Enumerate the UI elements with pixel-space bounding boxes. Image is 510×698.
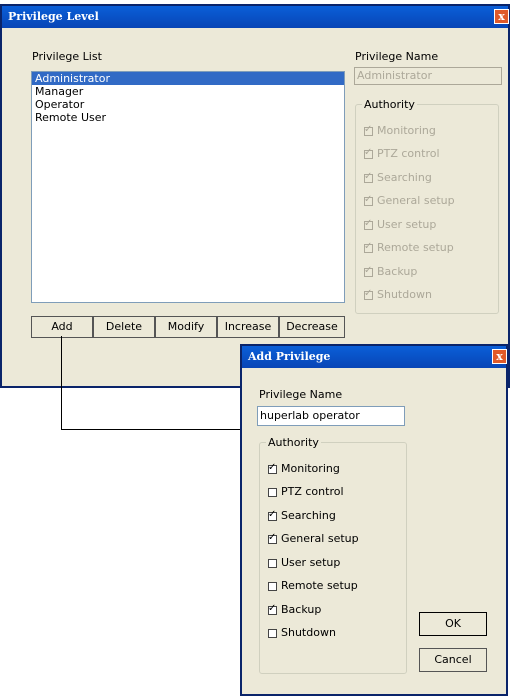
checkbox-monitoring[interactable]: ✓ Monitoring xyxy=(268,462,340,475)
checkbox-label: Shutdown xyxy=(281,626,336,639)
ok-button[interactable]: OK xyxy=(419,612,487,636)
privilege-name-field[interactable]: Administrator xyxy=(354,67,502,85)
checkbox-label: Searching xyxy=(281,509,336,522)
checkbox-remote-setup[interactable]: ✓ Remote setup xyxy=(364,241,454,254)
list-item[interactable]: Manager xyxy=(32,85,344,98)
close-icon[interactable]: x xyxy=(494,9,509,24)
checkbox-icon: ✓ xyxy=(364,146,373,159)
connector-line xyxy=(61,429,242,430)
checkbox-label: General setup xyxy=(281,532,359,545)
authority-group: Authority ✓ Monitoring ✓ PTZ control ✓ Sear… xyxy=(355,98,499,314)
checkbox-label: Monitoring xyxy=(281,462,340,475)
list-item[interactable]: Administrator xyxy=(32,72,344,85)
checkbox-icon: ✓ xyxy=(364,170,373,183)
checkbox-user-setup[interactable]: ✓ User setup xyxy=(364,218,436,231)
checkbox-icon: ✓ xyxy=(364,287,373,300)
checkbox-icon: ✓ xyxy=(268,461,277,474)
checkbox-icon xyxy=(268,558,277,568)
modify-button[interactable]: Modify xyxy=(155,316,217,338)
checkbox-label: Backup xyxy=(377,265,418,278)
cancel-button[interactable]: Cancel xyxy=(419,648,487,672)
dialog-title: Add Privilege xyxy=(248,350,331,363)
checkbox-shutdown[interactable]: ✓ Shutdown xyxy=(364,288,432,301)
authority-label: Authority xyxy=(362,98,417,111)
checkbox-user-setup[interactable]: User setup xyxy=(268,556,340,569)
checkbox-icon: ✓ xyxy=(364,193,373,206)
checkbox-backup[interactable]: ✓ Backup xyxy=(268,603,321,616)
checkbox-label: PTZ control xyxy=(281,485,344,498)
privilege-name-label: Privilege Name xyxy=(259,388,343,401)
checkbox-monitoring[interactable]: ✓ Monitoring xyxy=(364,124,436,137)
checkbox-searching[interactable]: ✓ Searching xyxy=(268,509,336,522)
checkbox-label: Remote setup xyxy=(281,579,358,592)
checkbox-label: PTZ control xyxy=(377,147,440,160)
checkbox-icon: ✓ xyxy=(364,264,373,277)
checkbox-icon: ✓ xyxy=(364,123,373,136)
privilege-name-label: Privilege Name xyxy=(355,50,439,63)
checkbox-label: Monitoring xyxy=(377,124,436,137)
close-icon[interactable]: x xyxy=(492,349,507,364)
checkbox-label: Remote setup xyxy=(377,241,454,254)
checkbox-icon: ✓ xyxy=(364,217,373,230)
checkbox-icon xyxy=(268,487,277,497)
checkbox-backup[interactable]: ✓ Backup xyxy=(364,265,417,278)
privilege-level-window: Privilege Level x Privilege List Adminis… xyxy=(0,4,510,388)
checkbox-icon xyxy=(268,581,277,591)
add-privilege-dialog: Add Privilege x Privilege Name huperlab … xyxy=(240,344,508,696)
delete-button[interactable]: Delete xyxy=(93,316,155,338)
checkbox-general-setup[interactable]: ✓ General setup xyxy=(364,194,455,207)
add-button[interactable]: Add xyxy=(31,316,93,338)
checkbox-general-setup[interactable]: ✓ General setup xyxy=(268,532,359,545)
checkbox-shutdown[interactable]: Shutdown xyxy=(268,626,336,639)
checkbox-label: General setup xyxy=(377,194,455,207)
authority-label: Authority xyxy=(266,436,321,449)
authority-group: Authority ✓ Monitoring PTZ control ✓ Searc… xyxy=(259,436,407,674)
increase-button[interactable]: Increase xyxy=(217,316,279,338)
checkbox-icon: ✓ xyxy=(364,240,373,253)
window-titlebar: Privilege Level x xyxy=(2,6,509,28)
checkbox-icon: ✓ xyxy=(268,531,277,544)
decrease-button[interactable]: Decrease xyxy=(279,316,345,338)
list-item[interactable]: Remote User xyxy=(32,111,344,124)
checkbox-icon: ✓ xyxy=(268,602,277,615)
checkbox-label: User setup xyxy=(377,218,437,231)
checkbox-searching[interactable]: ✓ Searching xyxy=(364,171,432,184)
privilege-list[interactable]: Administrator Manager Operator Remote Us… xyxy=(31,71,345,303)
checkbox-label: Backup xyxy=(281,603,322,616)
connector-line xyxy=(61,336,62,430)
window-title: Privilege Level xyxy=(8,10,99,23)
checkbox-label: User setup xyxy=(281,556,341,569)
checkbox-icon: ✓ xyxy=(268,508,277,521)
privilege-list-label: Privilege List xyxy=(32,50,102,63)
dialog-titlebar: Add Privilege x xyxy=(242,346,507,368)
checkbox-remote-setup[interactable]: Remote setup xyxy=(268,579,358,592)
checkbox-ptz-control[interactable]: ✓ PTZ control xyxy=(364,147,440,160)
privilege-name-field[interactable]: huperlab operator xyxy=(257,406,405,426)
checkbox-icon xyxy=(268,628,277,638)
list-item[interactable]: Operator xyxy=(32,98,344,111)
checkbox-label: Shutdown xyxy=(377,288,432,301)
checkbox-label: Searching xyxy=(377,171,432,184)
checkbox-ptz-control[interactable]: PTZ control xyxy=(268,485,344,498)
